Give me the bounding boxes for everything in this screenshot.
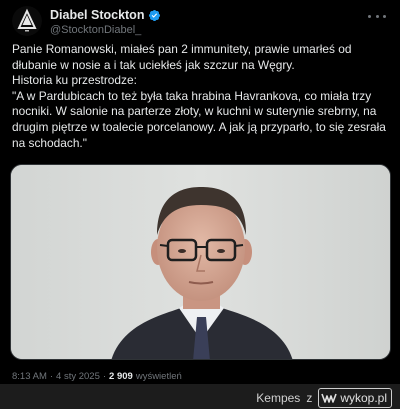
views-label: wyświetleń — [135, 371, 182, 382]
portrait-photo — [11, 165, 390, 359]
wykop-site: wykop.pl — [340, 391, 387, 405]
verified-badge-icon — [149, 9, 161, 21]
author-handle[interactable]: @StocktonDiabel_ — [50, 24, 141, 36]
credit-author[interactable]: Kempes — [256, 391, 300, 405]
tweet-time[interactable]: 8:13 AM — [12, 371, 47, 382]
tweet-date[interactable]: 4 sty 2025 — [56, 371, 100, 382]
wykop-badge[interactable]: wykop.pl — [318, 388, 392, 408]
tweet-meta: 8:13 AM · 4 sty 2025 · 2 909 wyświetleń — [12, 371, 182, 382]
wykop-logo-icon — [321, 393, 338, 403]
credit-joiner: z — [306, 391, 313, 405]
tweet-text: Panie Romanowski, miałeś pan 2 immunitet… — [12, 42, 386, 150]
tweet-card: Diabel Stockton @StocktonDiabel_ Panie R… — [0, 0, 400, 384]
more-options-icon[interactable] — [368, 12, 386, 20]
credit: Kempes z wykop.pl — [256, 388, 392, 408]
views-count: 2 909 — [109, 371, 133, 382]
tweet-header: Diabel Stockton @StocktonDiabel_ — [12, 6, 388, 46]
avatar[interactable] — [12, 6, 42, 36]
author-name[interactable]: Diabel Stockton — [50, 8, 144, 22]
tweet-image[interactable] — [10, 164, 391, 360]
